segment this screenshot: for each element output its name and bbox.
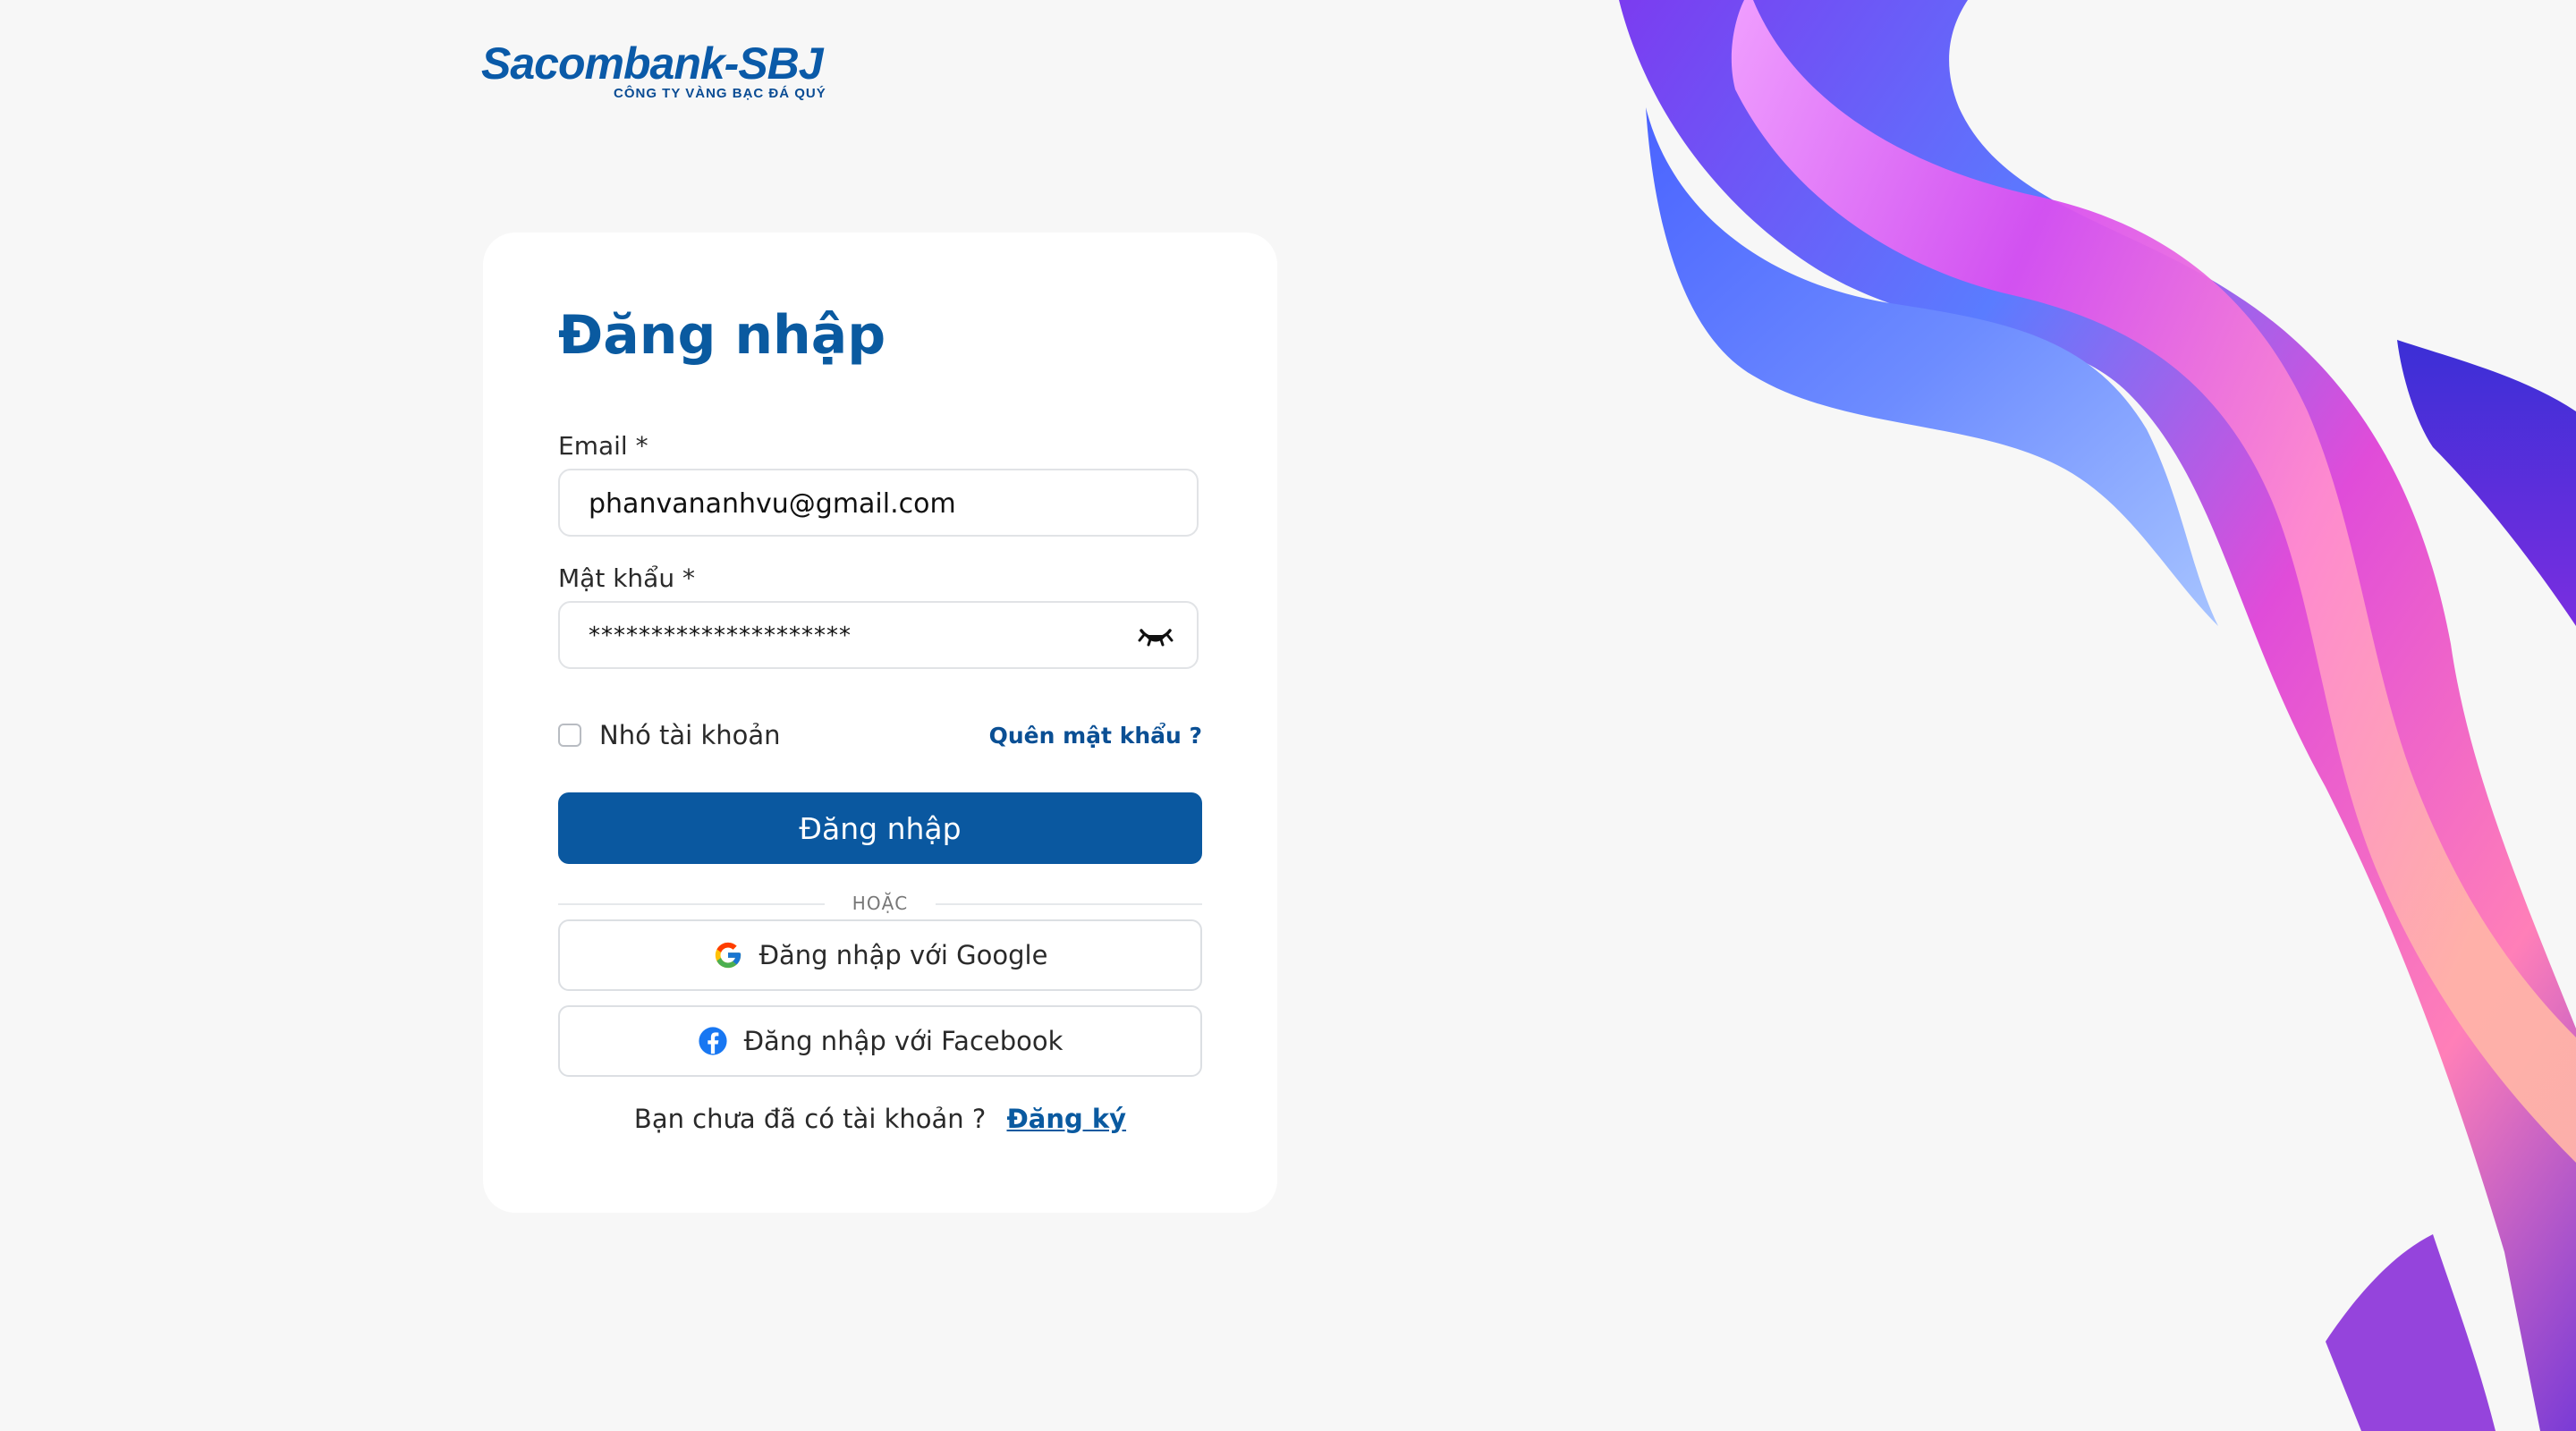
google-login-button[interactable]: Đăng nhập với Google <box>558 919 1202 991</box>
signup-link[interactable]: Đăng ký <box>1007 1104 1127 1134</box>
email-input[interactable] <box>587 470 1145 537</box>
forgot-password-link[interactable]: Quên mật khẩu ? <box>989 723 1202 749</box>
facebook-login-label: Đăng nhập với Facebook <box>743 1026 1063 1056</box>
login-button[interactable]: Đăng nhập <box>558 792 1202 864</box>
or-divider: HOẶC <box>558 893 1202 914</box>
google-icon <box>715 942 741 969</box>
login-title: Đăng nhập <box>558 304 886 367</box>
brand-name: Sacombank-SBJ <box>481 38 824 89</box>
facebook-login-button[interactable]: Đăng nhập với Facebook <box>558 1005 1202 1077</box>
remember-checkbox[interactable] <box>558 724 581 747</box>
email-label: Email * <box>558 431 648 461</box>
divider-line-right <box>936 903 1202 905</box>
password-field-wrapper <box>558 601 1199 669</box>
email-field-wrapper <box>558 469 1199 537</box>
decorative-ribbon-graphic <box>1619 0 2576 1431</box>
facebook-icon <box>698 1027 727 1055</box>
brand-tagline: CÔNG TY VÀNG BẠC ĐÁ QUÝ <box>614 86 826 101</box>
signup-prompt: Bạn chưa đã có tài khoản ? <box>633 1104 987 1134</box>
login-card: Đăng nhập Email * Mật khẩu * Nhó tài kho… <box>483 233 1277 1213</box>
eye-closed-icon[interactable] <box>1138 622 1174 649</box>
password-input[interactable] <box>587 603 1145 669</box>
remember-me[interactable]: Nhó tài khoản <box>558 717 781 753</box>
google-login-label: Đăng nhập với Google <box>758 940 1048 970</box>
brand-logo: Sacombank-SBJ CÔNG TY VÀNG BẠC ĐÁ QUÝ <box>481 36 839 107</box>
remember-label: Nhó tài khoản <box>599 720 781 750</box>
signup-row: Bạn chưa đã có tài khoản ? Đăng ký <box>483 1104 1277 1134</box>
password-label: Mật khẩu * <box>558 563 695 593</box>
